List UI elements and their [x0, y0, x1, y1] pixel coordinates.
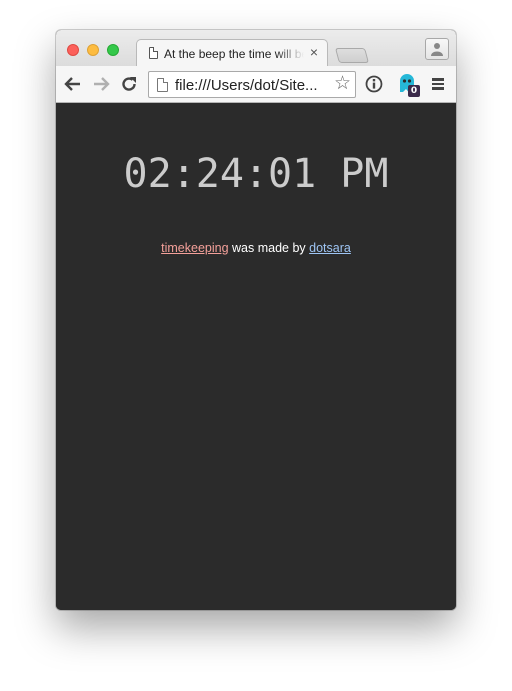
credit-text: was made by — [228, 241, 310, 255]
info-icon[interactable] — [365, 75, 383, 93]
hamburger-menu-icon[interactable] — [432, 78, 444, 90]
tab-close-icon[interactable]: × — [310, 44, 318, 60]
title-bar: At the beep the time will be × — [56, 30, 456, 67]
minimize-window-button[interactable] — [87, 44, 99, 56]
profile-button[interactable] — [425, 38, 449, 60]
clock-display: 02:24:01 PM — [123, 151, 389, 197]
person-icon — [431, 43, 443, 56]
arrow-left-icon[interactable] — [64, 75, 82, 93]
page-icon — [157, 78, 168, 92]
ghostery-extension-button[interactable]: 0 — [397, 72, 421, 98]
tab-active[interactable]: At the beep the time will be × — [136, 39, 328, 67]
address-bar[interactable]: file:///Users/dot/Site... ☆ — [148, 71, 356, 98]
maximize-window-button[interactable] — [107, 44, 119, 56]
star-icon[interactable]: ☆ — [334, 74, 351, 94]
project-link[interactable]: timekeeping — [161, 241, 228, 255]
page-content: 02:24:01 PM timekeeping was made by dots… — [56, 103, 456, 610]
extension-badge: 0 — [408, 85, 420, 97]
page-icon — [149, 47, 158, 59]
reload-icon[interactable] — [120, 75, 138, 93]
new-tab-button[interactable] — [334, 48, 370, 63]
toolbar: file:///Users/dot/Site... ☆ 0 — [56, 66, 456, 103]
tab-title: At the beep the time will be — [164, 47, 304, 61]
browser-window: At the beep the time will be × file:///U… — [56, 30, 456, 610]
arrow-right-icon[interactable] — [92, 75, 110, 93]
credit-line: timekeeping was made by dotsara — [56, 241, 456, 255]
close-window-button[interactable] — [67, 44, 79, 56]
author-link[interactable]: dotsara — [309, 241, 351, 255]
url-text[interactable]: file:///Users/dot/Site... — [175, 77, 325, 94]
